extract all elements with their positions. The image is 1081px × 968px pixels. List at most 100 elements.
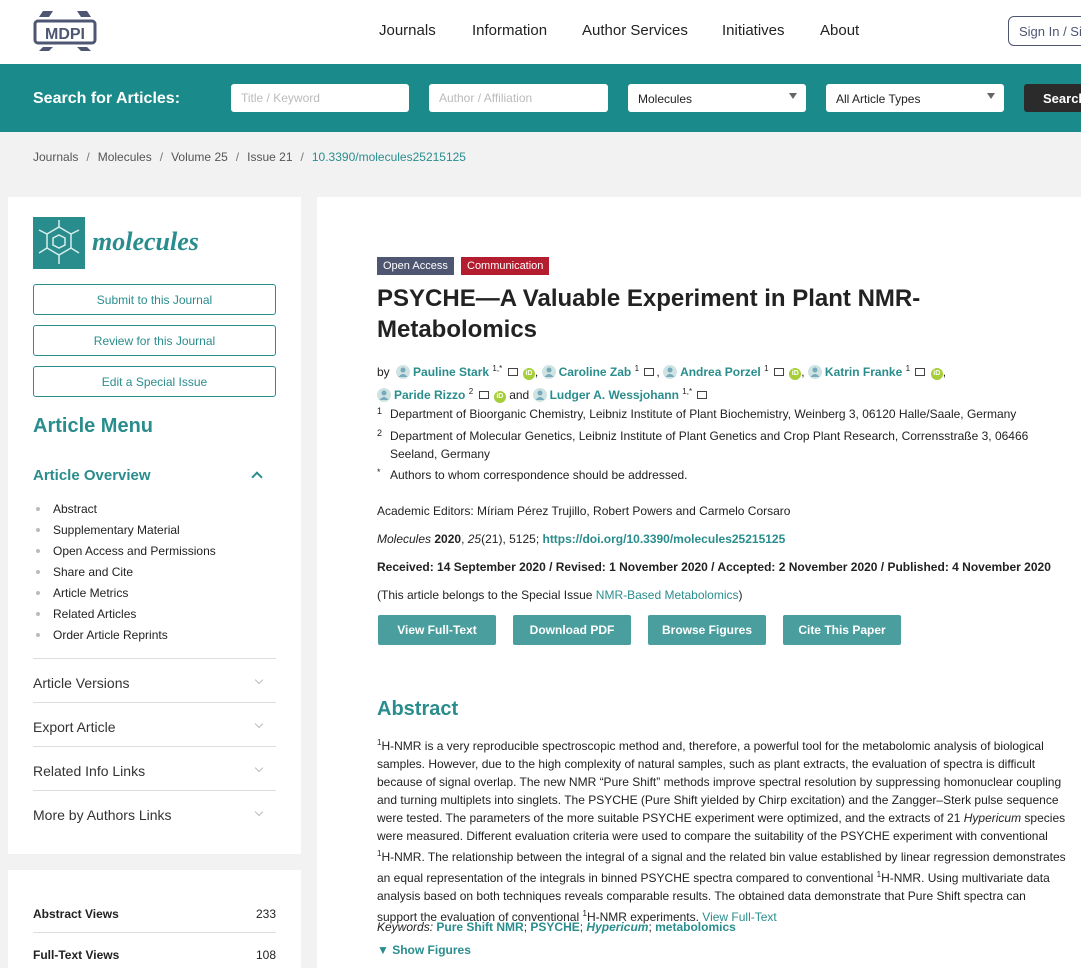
keyword-pure-shift[interactable]: Pure Shift NMR (436, 920, 523, 934)
search-button[interactable]: Search (1024, 84, 1081, 112)
orcid-icon[interactable]: iD (522, 368, 535, 380)
orcid-icon[interactable]: iD (789, 368, 802, 380)
doi-link[interactable]: https://doi.org/10.3390/molecules2521512… (542, 532, 785, 546)
affiliation-1: 1 Department of Bioorganic Chemistry, Le… (377, 405, 1067, 423)
email-icon[interactable] (915, 368, 926, 376)
email-icon[interactable] (507, 368, 518, 376)
article-title: PSYCHE—A Valuable Experiment in Plant NM… (377, 285, 921, 343)
accordion-related-info[interactable]: Related Info Links (33, 746, 276, 790)
accordion-export-article[interactable]: Export Article (33, 702, 276, 746)
edit-special-issue-button[interactable]: Edit a Special Issue (33, 366, 276, 397)
keyword-hypericum[interactable]: Hypericum (586, 920, 648, 934)
author-sup: 1 (634, 364, 640, 373)
author-name[interactable]: Katrin Franke (825, 365, 902, 379)
stat-label: Full-Text Views (33, 948, 120, 962)
author-3[interactable]: Katrin Franke (807, 365, 902, 379)
author-2[interactable]: Andrea Porzel (663, 365, 761, 379)
nav-author-services[interactable]: Author Services (582, 22, 688, 39)
open-access-badge[interactable]: Open Access (377, 257, 454, 275)
keyword-metabolomics[interactable]: metabolomics (655, 920, 736, 934)
email-icon[interactable] (697, 391, 708, 399)
email-icon[interactable] (478, 391, 489, 399)
nav-journals[interactable]: Journals (379, 22, 436, 39)
molecules-journal-icon[interactable] (33, 217, 85, 269)
view-full-text-button[interactable]: View Full-Text (378, 615, 496, 645)
overview-item-open-access[interactable]: Open Access and Permissions (36, 544, 216, 565)
sign-in-button[interactable]: Sign In / Sign Up (1008, 16, 1081, 46)
chevron-down-icon (254, 719, 264, 729)
overview-item-abstract[interactable]: Abstract (36, 502, 216, 523)
special-prefix: (This article belongs to the Special Iss… (377, 588, 596, 602)
orcid-icon[interactable]: iD (493, 391, 506, 403)
author-name[interactable]: Pauline Stark (413, 365, 489, 379)
submit-journal-button[interactable]: Submit to this Journal (33, 284, 276, 315)
by-label: by (377, 365, 390, 379)
accordion-article-versions[interactable]: Article Versions (33, 658, 276, 702)
author-name[interactable]: Andrea Porzel (680, 365, 761, 379)
show-figures-toggle[interactable]: ▼ Show Figures (377, 943, 471, 957)
title-keyword-input[interactable] (231, 84, 409, 112)
author-affiliation-input[interactable] (429, 84, 608, 112)
overview-item-metrics[interactable]: Article Metrics (36, 586, 216, 607)
article-type-value: All Article Types (836, 92, 921, 106)
stat-value: 233 (255, 907, 276, 921)
citation-year: 2020 (434, 532, 462, 546)
affiliation-2: 2 Department of Molecular Genetics, Leib… (377, 427, 1067, 463)
cite-paper-button[interactable]: Cite This Paper (783, 615, 901, 645)
user-icon (532, 388, 547, 402)
stat-full-text-views: Full-Text Views 108 (33, 948, 276, 962)
article-dates: Received: 14 September 2020 / Revised: 1… (377, 560, 1051, 574)
special-issue-note: (This article belongs to the Special Iss… (377, 588, 743, 602)
academic-editors: Academic Editors: Míriam Pérez Trujillo,… (377, 504, 791, 518)
overview-item-share-cite[interactable]: Share and Cite (36, 565, 216, 586)
email-icon[interactable] (644, 368, 655, 376)
top-nav: MDPI Journals Information Author Service… (0, 0, 1081, 64)
nav-information[interactable]: Information (472, 22, 547, 39)
nav-initiatives[interactable]: Initiatives (722, 22, 785, 39)
article-type-select[interactable]: All Article Types (826, 84, 1004, 112)
user-icon (396, 365, 411, 379)
chevron-up-icon[interactable] (251, 471, 263, 483)
article-type-badge: Communication (461, 257, 550, 275)
journal-select[interactable]: Molecules (628, 84, 806, 112)
author-name[interactable]: Paride Rizzo (394, 388, 465, 402)
browse-figures-button[interactable]: Browse Figures (648, 615, 766, 645)
breadcrumb-journals[interactable]: Journals (33, 150, 78, 164)
breadcrumb-doi[interactable]: 10.3390/molecules25215125 (312, 150, 466, 164)
breadcrumb-volume[interactable]: Volume 25 (171, 150, 228, 164)
author-list: by Pauline Stark 1,* iD, Caroline Zab 1 … (377, 364, 947, 403)
abstract-text: 1H-NMR is a very reproducible spectrosco… (377, 734, 1067, 926)
chevron-down-icon (254, 763, 264, 773)
citation: Molecules 2020, 25(21), 5125; https://do… (377, 532, 786, 546)
breadcrumb-issue[interactable]: Issue 21 (247, 150, 292, 164)
abstract-species: Hypericum (963, 811, 1022, 825)
email-icon[interactable] (773, 368, 784, 376)
nav-about[interactable]: About (820, 22, 859, 39)
citation-journal: Molecules (377, 532, 432, 546)
overview-item-reprints[interactable]: Order Article Reprints (36, 628, 216, 649)
author-4[interactable]: Paride Rizzo (377, 388, 465, 402)
overview-item-supplementary[interactable]: Supplementary Material (36, 523, 216, 544)
review-journal-button[interactable]: Review for this Journal (33, 325, 276, 356)
breadcrumb-molecules[interactable]: Molecules (98, 150, 152, 164)
affiliation-text: Department of Molecular Genetics, Leibni… (390, 429, 1029, 461)
affiliation-text: Authors to whom correspondence should be… (390, 468, 688, 482)
journal-select-value: Molecules (638, 92, 693, 106)
journal-name[interactable]: molecules (92, 227, 199, 257)
author-name[interactable]: Caroline Zab (559, 365, 632, 379)
keyword-psyche[interactable]: PSYCHE (530, 920, 579, 934)
overview-item-related[interactable]: Related Articles (36, 607, 216, 628)
keywords-label: Keywords: (377, 920, 434, 934)
author-0[interactable]: Pauline Stark (396, 365, 489, 379)
article-menu-title: Article Menu (33, 415, 154, 437)
special-issue-link[interactable]: NMR-Based Metabolomics (596, 588, 739, 602)
author-1[interactable]: Caroline Zab (541, 365, 632, 379)
mdpi-logo[interactable]: MDPI (33, 9, 97, 51)
author-name[interactable]: Ludger A. Wessjohann (550, 388, 679, 402)
author-5[interactable]: Ludger A. Wessjohann (532, 388, 679, 402)
accordion-more-by-authors[interactable]: More by Authors Links (33, 790, 276, 834)
download-pdf-button[interactable]: Download PDF (513, 615, 631, 645)
article-stats: Abstract Views 233 Full-Text Views 108 (8, 870, 301, 968)
article-overview-toggle[interactable]: Article Overview (33, 467, 151, 484)
orcid-icon[interactable]: iD (930, 368, 943, 380)
